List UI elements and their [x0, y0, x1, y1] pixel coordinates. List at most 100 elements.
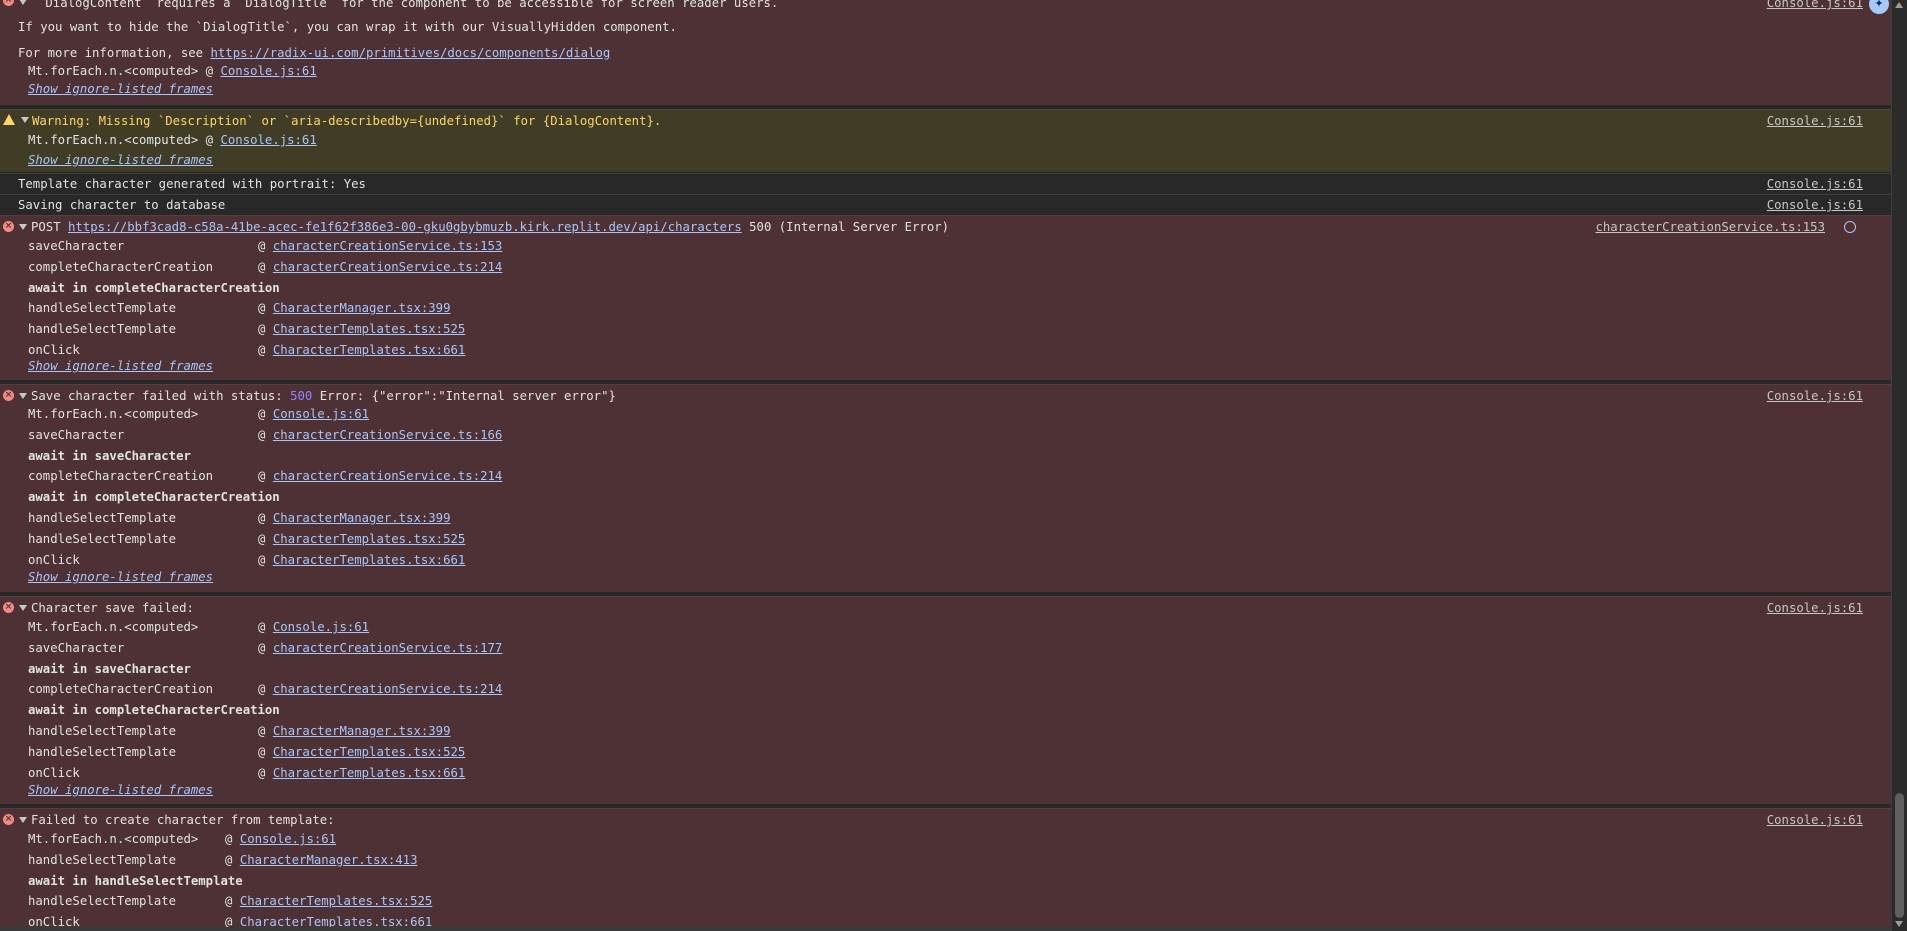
source-link[interactable]: Console.js:61: [1767, 111, 1863, 131]
frame-source-link[interactable]: CharacterTemplates.tsx:661: [273, 766, 466, 780]
triangle-expand-icon[interactable]: [19, 817, 27, 823]
stack-frame: onClick @ CharacterTemplates.tsx:661: [0, 550, 1500, 570]
frame-source-link[interactable]: CharacterTemplates.tsx:525: [273, 745, 466, 759]
frame-source-link[interactable]: Console.js:61: [221, 64, 317, 78]
async-boundary-label: await in saveCharacter: [28, 448, 191, 463]
frame-at-symbol: @ CharacterManager.tsx:399: [258, 724, 451, 738]
frame-at-symbol: @ CharacterManager.tsx:399: [258, 301, 451, 316]
show-ignore-listed-frames[interactable]: Show ignore-listed frames: [28, 780, 213, 800]
async-boundary: await in saveCharacter: [0, 446, 1500, 466]
stack-frame: handleSelectTemplate @ CharacterTemplates…: [0, 529, 1500, 549]
frame-function: Mt.forEach.n.<computed>: [28, 133, 199, 147]
message-text-prefix: Save character failed with status:: [31, 389, 291, 403]
console-error-message: × Character save failed: Console.js:61 M…: [0, 596, 1892, 804]
async-boundary-label: await in completeCharacterCreation: [28, 280, 280, 295]
stack-frame: Mt.forEach.n.<computed> @ Console.js:61: [28, 133, 317, 147]
status-number: 500: [290, 389, 313, 403]
frame-source-link[interactable]: CharacterManager.tsx:399: [273, 724, 451, 738]
request-url-link[interactable]: https://bbf3cad8-c58a-41be-acec-fe1f62f3…: [68, 220, 742, 234]
frame-source-link[interactable]: characterCreationService.ts:177: [273, 641, 503, 655]
frame-source-link[interactable]: characterCreationService.ts:166: [273, 428, 503, 442]
message-text: Failed to create character from template…: [31, 813, 335, 827]
network-icon[interactable]: [1844, 221, 1856, 233]
frame-function: handleSelectTemplate: [28, 301, 177, 316]
frame-source-link[interactable]: Console.js:61: [240, 832, 336, 846]
frame-at-symbol: @ CharacterManager.tsx:399: [258, 511, 451, 525]
frame-function: Mt.forEach.n.<computed>: [28, 832, 199, 846]
frame-source-link[interactable]: characterCreationService.ts:214: [273, 260, 503, 274]
stack-frame: Mt.forEach.n.<computed> @ Console.js:61: [0, 404, 1500, 424]
frame-source-link[interactable]: characterCreationService.ts:214: [273, 469, 503, 483]
frame-function: saveCharacter: [28, 427, 125, 442]
stack-frame: handleSelectTemplate @ CharacterManager.t…: [0, 850, 1500, 870]
frame-at-symbol: @ characterCreationService.ts:214: [258, 469, 503, 484]
show-ignore-listed-frames[interactable]: Show ignore-listed frames: [28, 567, 213, 587]
triangle-expand-icon[interactable]: [19, 393, 27, 399]
frame-source-link[interactable]: CharacterTemplates.tsx:661: [273, 343, 466, 357]
scroll-down-arrow-icon[interactable]: [1895, 921, 1903, 927]
frame-function: completeCharacterCreation: [28, 259, 214, 274]
stack-frame: Mt.forEach.n.<computed> @ Console.js:61: [0, 829, 1500, 849]
stack-frame: handleSelectTemplate @ CharacterTemplates…: [0, 891, 1500, 911]
show-ignore-listed-frames[interactable]: Show ignore-listed frames: [28, 356, 213, 376]
source-link[interactable]: Console.js:61: [1767, 386, 1863, 406]
frame-source-link[interactable]: CharacterManager.tsx:413: [240, 853, 418, 867]
stack-frame: handleSelectTemplate @ CharacterManager.t…: [0, 508, 1500, 528]
error-circle-icon: ×: [3, 0, 14, 6]
message-text: Warning: Missing `Description` or `aria-…: [32, 114, 662, 128]
horizontal-scrollbar[interactable]: [0, 927, 1892, 931]
stack-frame: handleSelectTemplate @ CharacterTemplates…: [0, 319, 1500, 339]
frame-source-link[interactable]: CharacterTemplates.tsx:525: [240, 894, 433, 908]
scrollbar-thumb[interactable]: [1895, 793, 1904, 918]
show-ignore-listed-frames[interactable]: Show ignore-listed frames: [28, 79, 213, 99]
console-error-message: × Save character failed with status: 500…: [0, 384, 1892, 592]
source-link[interactable]: Console.js:61: [1767, 195, 1863, 215]
triangle-expand-icon[interactable]: [21, 117, 29, 123]
frame-source-link[interactable]: Console.js:61: [273, 407, 369, 421]
source-link[interactable]: Console.js:61: [1767, 174, 1863, 194]
async-boundary-label: await in handleSelectTemplate: [28, 873, 243, 888]
frame-source-link[interactable]: characterCreationService.ts:214: [273, 682, 503, 696]
frame-at-symbol: @ Console.js:61: [258, 407, 370, 421]
show-ignore-link[interactable]: Show ignore-listed frames: [28, 82, 213, 96]
error-circle-icon: ×: [3, 814, 14, 825]
frame-at-symbol: @ CharacterManager.tsx:413: [225, 852, 418, 867]
show-ignore-listed-frames[interactable]: Show ignore-listed frames: [28, 150, 213, 170]
frame-at-symbol: @ characterCreationService.ts:214: [258, 682, 503, 697]
show-ignore-link[interactable]: Show ignore-listed frames: [28, 153, 213, 167]
triangle-expand-icon[interactable]: [19, 605, 27, 611]
frame-source-link[interactable]: Console.js:61: [221, 133, 317, 147]
scroll-up-arrow-icon[interactable]: [1895, 2, 1903, 8]
vertical-scrollbar[interactable]: [1891, 0, 1907, 931]
frame-at-symbol: @ CharacterTemplates.tsx:525: [258, 322, 466, 337]
console-warning-message: Warning: Missing `Description` or `aria-…: [0, 109, 1892, 172]
stack-frame: completeCharacterCreation @ characterCrea…: [0, 257, 1500, 277]
async-boundary-label: await in completeCharacterCreation: [28, 490, 280, 505]
frame-source-link[interactable]: CharacterManager.tsx:399: [273, 301, 451, 315]
async-boundary-label: await in saveCharacter: [28, 661, 191, 676]
source-link[interactable]: characterCreationService.ts:153: [1595, 217, 1825, 237]
docs-link[interactable]: https://radix-ui.com/primitives/docs/com…: [211, 46, 611, 60]
show-ignore-link[interactable]: Show ignore-listed frames: [28, 359, 213, 373]
show-ignore-link[interactable]: Show ignore-listed frames: [28, 570, 213, 584]
source-link[interactable]: Console.js:61: [1767, 810, 1863, 830]
frame-source-link[interactable]: CharacterTemplates.tsx:525: [273, 322, 466, 336]
message-text-line: For more information, see https://radix-…: [18, 43, 610, 63]
show-ignore-link[interactable]: Show ignore-listed frames: [28, 783, 213, 797]
frame-source-link[interactable]: CharacterTemplates.tsx:525: [273, 532, 466, 546]
stack-frame: handleSelectTemplate @ CharacterManager.t…: [0, 721, 1500, 741]
warning-triangle-icon: [3, 114, 15, 125]
triangle-expand-icon[interactable]: [19, 0, 27, 5]
frame-function: saveCharacter: [28, 640, 125, 655]
frame-function: handleSelectTemplate: [28, 322, 177, 337]
source-link[interactable]: Console.js:61: [1767, 0, 1863, 13]
frame-function: completeCharacterCreation: [28, 682, 214, 697]
triangle-expand-icon[interactable]: [19, 224, 27, 230]
frame-source-link[interactable]: characterCreationService.ts:153: [273, 239, 503, 253]
frame-source-link[interactable]: Console.js:61: [273, 620, 369, 634]
source-link[interactable]: Console.js:61: [1767, 598, 1863, 618]
frame-function: Mt.forEach.n.<computed>: [28, 620, 199, 634]
frame-source-link[interactable]: CharacterTemplates.tsx:661: [273, 553, 466, 567]
frame-at-symbol: @ characterCreationService.ts:177: [258, 640, 503, 655]
frame-source-link[interactable]: CharacterManager.tsx:399: [273, 511, 451, 525]
